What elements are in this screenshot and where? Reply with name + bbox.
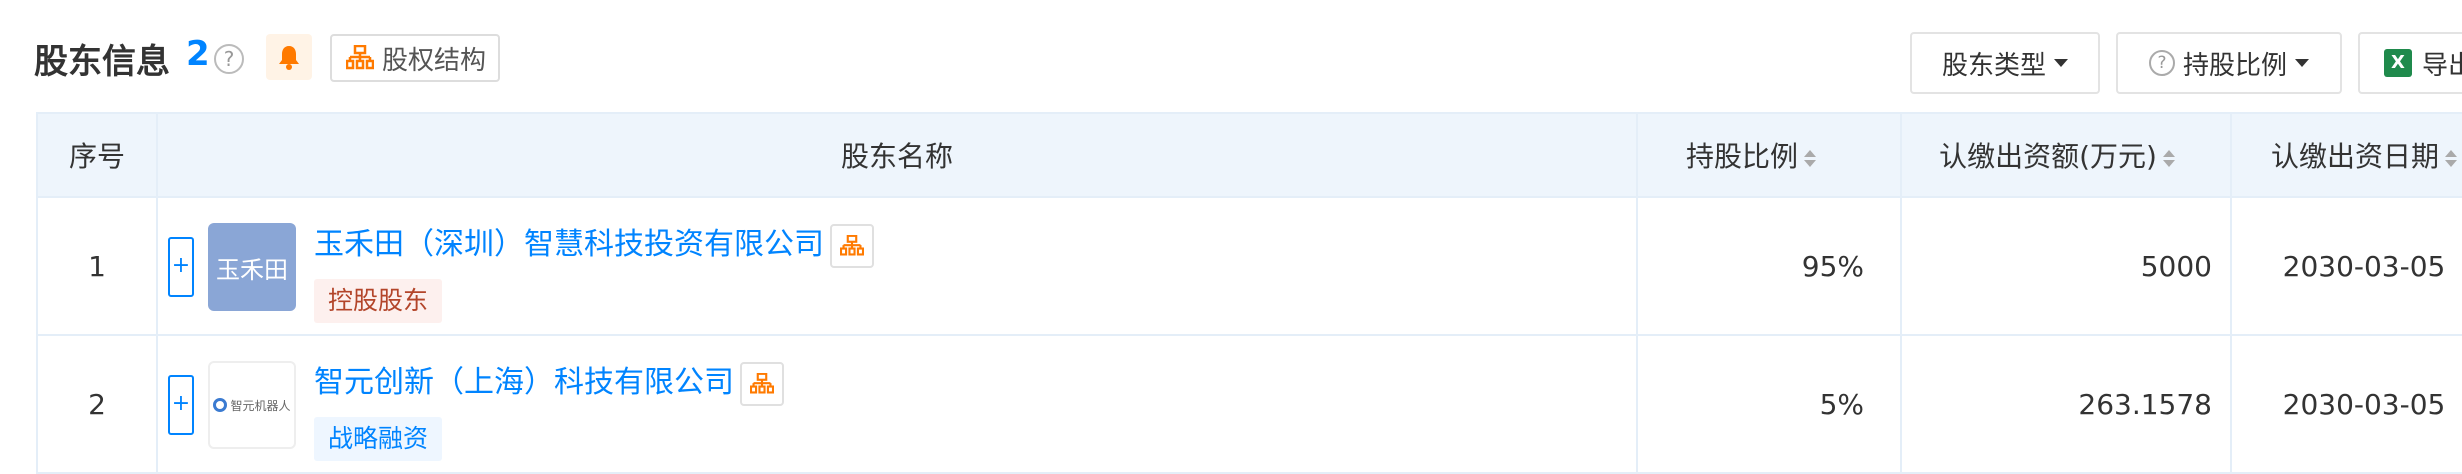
column-header-amount-label: 认缴出资额(万元) [1939, 140, 2157, 173]
holding-ratio-dropdown[interactable]: ? 持股比例 [2116, 32, 2342, 94]
row-index: 1 [36, 196, 158, 336]
question-circle-icon: ? [2148, 50, 2175, 76]
shareholder-count: 2 [186, 34, 210, 74]
sort-icon[interactable] [2445, 149, 2457, 167]
column-header-amount[interactable]: 认缴出资额(万元) [1900, 112, 2232, 198]
table-row: 1 + 玉禾田 玉禾田（深圳）智慧科技投资有限公司 控股股东 95% 5000 … [36, 196, 2462, 336]
company-name-link[interactable]: 智元创新（上海）科技有限公司 [314, 357, 784, 406]
subscribed-amount: 5000 [1900, 196, 2232, 336]
equity-structure-button[interactable]: 股权结构 [330, 34, 500, 82]
holding-ratio-label: 持股比例 [2182, 50, 2287, 81]
subscribed-date: 2030-03-05 [2230, 334, 2462, 474]
export-button[interactable]: X 导出 [2358, 32, 2462, 94]
caret-down-icon [2295, 59, 2309, 67]
column-header-date-label: 认缴出资日期 [2270, 140, 2439, 173]
equity-structure-label: 股权结构 [382, 45, 487, 76]
company-name[interactable]: 玉禾田（深圳）智慧科技投资有限公司 [314, 227, 824, 262]
table-row: 2 + 智元机器人 智元创新（上海）科技有限公司 战略融资 5% 263.157… [36, 334, 2462, 474]
holding-ratio: 95% [1636, 196, 1902, 336]
shareholder-type-dropdown[interactable]: 股东类型 [1910, 32, 2100, 94]
org-structure-icon [346, 45, 374, 70]
status-badge: 控股股东 [314, 279, 443, 323]
column-header-name: 股东名称 [156, 112, 1638, 198]
org-structure-icon[interactable] [740, 361, 784, 406]
sort-icon[interactable] [2162, 149, 2175, 167]
column-header-index: 序号 [36, 112, 158, 198]
company-logo: 智元机器人 [208, 361, 296, 449]
table-header-row: 序号 股东名称 持股比例 认缴出资额(万元) 认缴出资日期 [36, 112, 2462, 198]
shareholder-table: 序号 股东名称 持股比例 认缴出资额(万元) 认缴出资日期 1 + 玉禾田 玉禾… [36, 112, 2462, 474]
section-title: 股东信息 [34, 42, 170, 82]
status-badge: 战略融资 [314, 417, 443, 461]
export-label: 导出 [2422, 50, 2462, 81]
column-header-ratio-label: 持股比例 [1685, 140, 1798, 173]
section-header: 股东信息 2 ? 股权结构 股东类型 ? 持股比例 X 导出 [0, 0, 2462, 112]
company-logo: 玉禾田 [208, 223, 296, 311]
shareholder-name-cell: + 玉禾田 玉禾田（深圳）智慧科技投资有限公司 控股股东 [156, 196, 1638, 336]
company-name-link[interactable]: 玉禾田（深圳）智慧科技投资有限公司 [314, 219, 874, 268]
company-name[interactable]: 智元创新（上海）科技有限公司 [314, 365, 734, 400]
subscribed-amount: 263.1578 [1900, 334, 2232, 474]
excel-icon: X [2384, 49, 2412, 77]
plus-icon[interactable]: + [168, 375, 194, 435]
org-structure-icon[interactable] [830, 223, 874, 268]
subscribed-date: 2030-03-05 [2230, 196, 2462, 336]
shareholder-name-cell: + 智元机器人 智元创新（上海）科技有限公司 战略融资 [156, 334, 1638, 474]
monitor-bell-button[interactable] [266, 34, 312, 80]
plus-icon[interactable]: + [168, 237, 194, 297]
question-circle-icon[interactable]: ? [214, 44, 244, 74]
caret-down-icon [2054, 59, 2068, 67]
bell-icon [279, 46, 299, 70]
column-header-date[interactable]: 认缴出资日期 [2230, 112, 2462, 198]
sort-icon[interactable] [1804, 149, 1816, 167]
column-header-ratio[interactable]: 持股比例 [1636, 112, 1902, 198]
logo-mark-icon [213, 398, 228, 412]
shareholder-type-label: 股东类型 [1941, 50, 2046, 81]
row-index: 2 [36, 334, 158, 474]
holding-ratio: 5% [1636, 334, 1902, 474]
company-logo-text: 智元机器人 [230, 398, 291, 413]
